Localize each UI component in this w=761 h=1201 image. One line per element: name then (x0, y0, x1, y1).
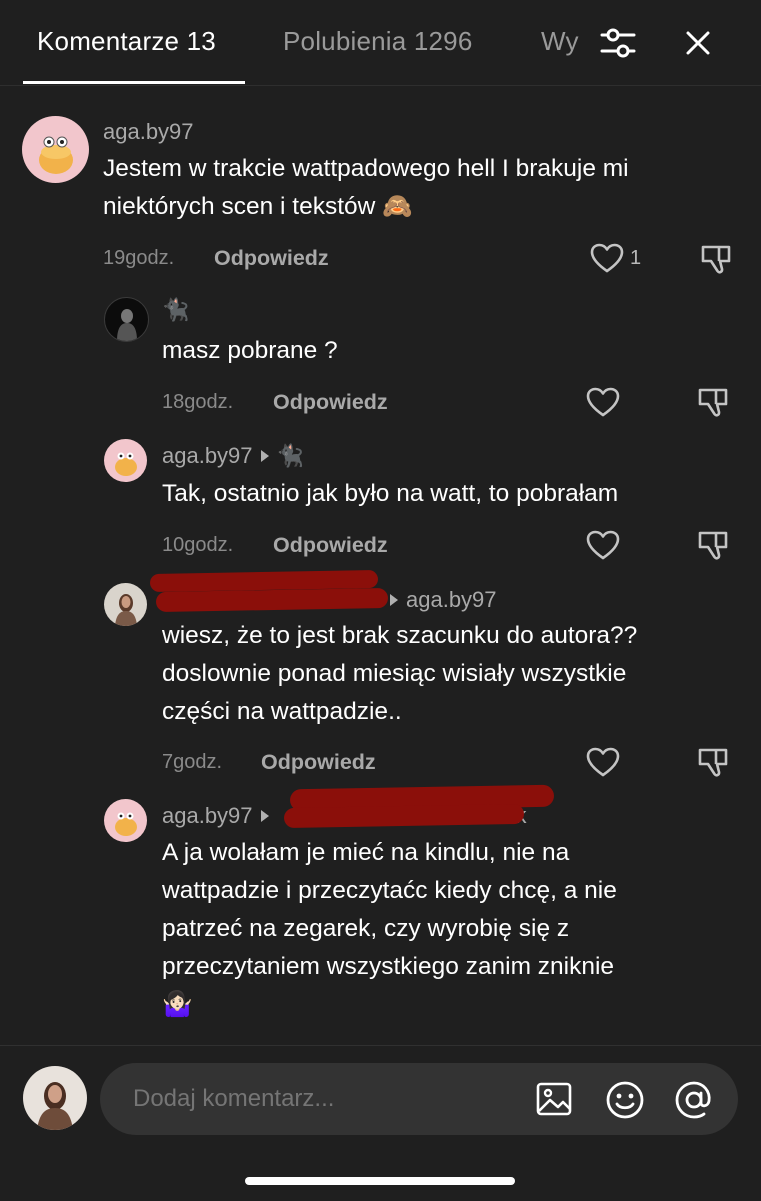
tab-comments[interactable]: Komentarze 13 (37, 26, 216, 57)
comment-input[interactable] (131, 1084, 515, 1114)
comment-line: Tak, ostatnio jak było na watt, to pobra… (162, 480, 619, 507)
like-button[interactable]: 1 (590, 243, 641, 273)
comment-username[interactable]: 🐈‍⬛ (162, 297, 189, 323)
avatar[interactable] (104, 297, 149, 342)
tab-partial[interactable]: Wy (541, 26, 579, 57)
redaction-mark (283, 803, 525, 829)
comment-time: 7godz. (162, 751, 223, 773)
comment-line: masz pobrane ? (162, 337, 338, 364)
close-icon[interactable] (682, 27, 714, 59)
tab-overflow-clip: Wy (541, 26, 579, 57)
comments-header: Komentarze 13 Polubienia 1296 Wy (0, 0, 761, 86)
tab-likes[interactable]: Polubienia 1296 (283, 26, 473, 57)
comment-line: wattpadzie i przeczytaćc kiedy chcę, a n… (162, 877, 617, 904)
reply-button[interactable]: Odpowiedz (273, 533, 388, 558)
dislike-icon[interactable] (696, 745, 730, 784)
like-button[interactable] (586, 387, 620, 417)
heart-icon (586, 747, 620, 777)
like-count: 1 (630, 246, 642, 269)
comment-line: niektórych scen i tekstów 🙈 (103, 193, 413, 220)
like-button[interactable] (586, 530, 620, 560)
username-text[interactable]: 🐈‍⬛ (162, 297, 189, 323)
comment-text: Tak, ostatnio jak było na watt, to pobra… (162, 475, 742, 513)
comment-line: 🤷🏻‍♀️ (162, 991, 193, 1018)
reply-button[interactable]: Odpowiedz (261, 750, 376, 775)
comment-line: doslownie ponad miesiąc wisiały wszystki… (162, 660, 627, 687)
comment-composer (0, 1045, 761, 1201)
comment-line: Jestem w trakcie wattpadowego hell I bra… (103, 155, 629, 182)
redaction-mark (155, 587, 389, 613)
comment-text: Jestem w trakcie wattpadowego hell I bra… (103, 150, 743, 226)
mention-icon[interactable] (672, 1078, 716, 1122)
reply-arrow-icon (390, 594, 398, 606)
avatar[interactable] (22, 116, 89, 183)
comment-text: masz pobrane ? (162, 332, 722, 370)
heart-icon (586, 387, 620, 417)
avatar[interactable] (104, 583, 147, 626)
comment-line: A ja wolałam je mieć na kindlu, nie na (162, 839, 570, 866)
dislike-icon[interactable] (696, 528, 730, 567)
comment-input-container[interactable] (100, 1063, 738, 1135)
active-tab-indicator (23, 81, 245, 84)
reply-button[interactable]: Odpowiedz (273, 390, 388, 415)
comment-username[interactable]: aga.by97 🐈‍⬛ (162, 443, 304, 469)
avatar[interactable] (104, 799, 147, 842)
reply-arrow-icon (260, 450, 269, 462)
heart-icon (586, 530, 620, 560)
comment-text: wiesz, że to jest brak szacunku do autor… (162, 617, 742, 731)
comment-line: części na wattpadzie.. (162, 698, 402, 725)
heart-icon (590, 243, 624, 273)
username-text[interactable]: aga.by97 (162, 443, 253, 469)
dislike-icon[interactable] (696, 385, 730, 424)
username-text[interactable]: aga.by97 (162, 803, 253, 829)
username-text[interactable]: aga.by97 (103, 119, 194, 145)
comment-time: 19godz. (103, 247, 175, 269)
reply-to-username[interactable]: 🐈‍⬛ (277, 443, 304, 469)
comment-line: patrzeć na zegarek, czy wyrobię się z (162, 915, 570, 942)
comment-username[interactable]: aga.by97 (103, 119, 194, 145)
image-icon[interactable] (534, 1079, 574, 1119)
home-indicator (245, 1177, 515, 1185)
comment-time: 18godz. (162, 391, 234, 413)
like-button[interactable] (586, 747, 620, 777)
reply-button[interactable]: Odpowiedz (214, 246, 329, 271)
sliders-icon[interactable] (598, 25, 638, 61)
reply-to-username[interactable]: aga.by97 (406, 587, 497, 613)
comment-line: wiesz, że to jest brak szacunku do autor… (162, 622, 638, 649)
dislike-icon[interactable] (699, 242, 733, 281)
user-avatar[interactable] (23, 1066, 87, 1130)
comment-line: przeczytaniem wszystkiego zanim zniknie (162, 953, 615, 980)
emoji-icon[interactable] (603, 1078, 647, 1122)
comment-time: 10godz. (162, 534, 234, 556)
reply-arrow-icon (260, 810, 269, 822)
avatar[interactable] (104, 439, 147, 482)
comment-text: A ja wolałam je mieć na kindlu, nie na w… (162, 834, 742, 1024)
